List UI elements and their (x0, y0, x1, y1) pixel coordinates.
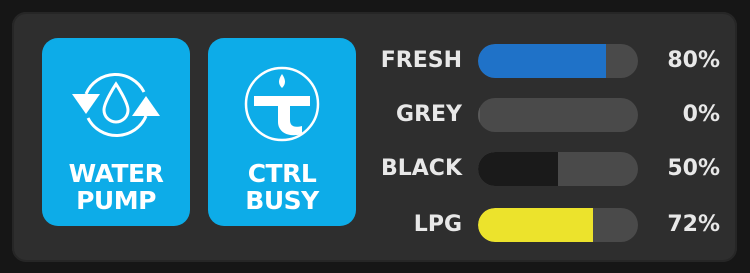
water-pump-label-line2: PUMP (76, 186, 156, 215)
water-pump-button[interactable]: WATER PUMP (42, 38, 190, 226)
tank-row-black: BLACK 50% (370, 150, 730, 188)
water-pump-label-line1: WATER (68, 159, 164, 188)
tank-level-fill (478, 152, 558, 186)
tank-row-grey: GREY 0% (370, 96, 730, 134)
tank-level-bar (478, 152, 638, 186)
tank-percent: 50% (667, 156, 720, 181)
tank-name: LPG (413, 212, 462, 237)
tank-name: FRESH (380, 48, 462, 73)
water-pump-label: WATER PUMP (42, 160, 190, 214)
tank-level-bar (478, 44, 638, 78)
water-pump-icon (72, 73, 160, 137)
tank-name: BLACK (380, 156, 462, 181)
screen-frame: WATER PUMP CTRL BUSY FRESH 80% GREY 0% B… (0, 0, 750, 273)
tank-level-bar (478, 98, 638, 132)
ctrl-busy-label-line1: CTRL (247, 159, 317, 188)
tank-level-fill (478, 98, 481, 132)
tank-row-lpg: LPG 72% (370, 206, 730, 244)
ctrl-busy-label-line2: BUSY (245, 186, 319, 215)
tank-level-fill (478, 208, 594, 242)
tank-percent: 0% (682, 102, 720, 127)
tank-row-fresh: FRESH 80% (370, 42, 730, 80)
ctrl-busy-label: CTRL BUSY (208, 160, 356, 214)
tank-level-bar (478, 208, 638, 242)
ctrl-busy-button[interactable]: CTRL BUSY (208, 38, 356, 226)
tank-name: GREY (396, 102, 462, 127)
tank-percent: 80% (667, 48, 720, 73)
tank-percent: 72% (667, 212, 720, 237)
truma-logo-icon (244, 66, 320, 142)
tank-level-fill (478, 44, 606, 78)
